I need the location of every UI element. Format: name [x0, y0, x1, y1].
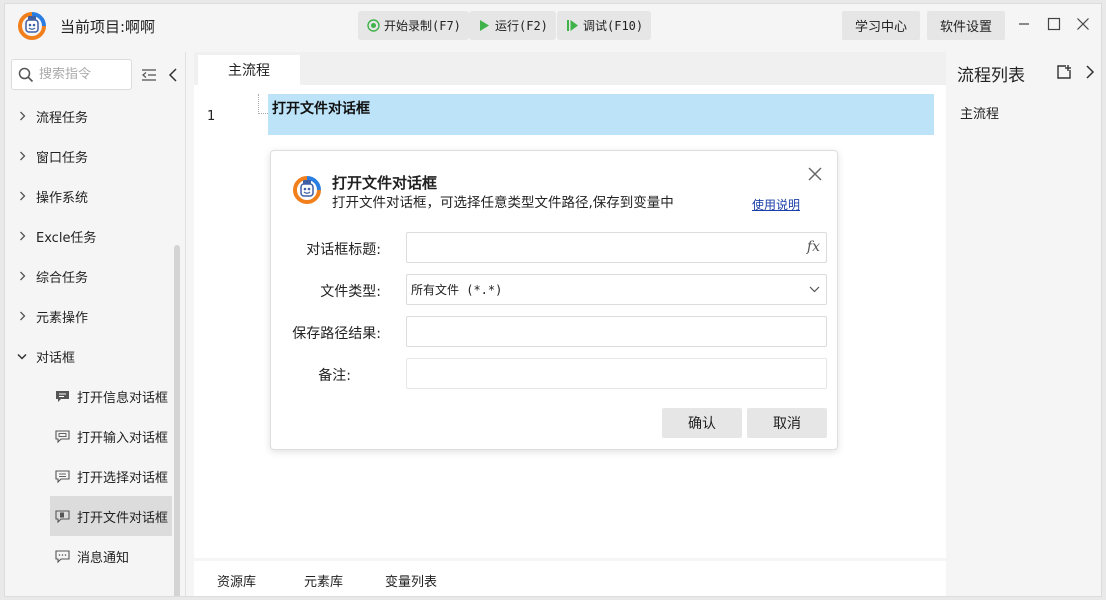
search-icon [18, 67, 34, 82]
category-label: 窗口任务 [36, 150, 89, 166]
category-element-ops[interactable]: 元素操作 [5, 296, 186, 336]
dialog-description: 打开文件对话框，可选择任意类型文件路径,保存到变量中 [332, 195, 674, 211]
record-label: 开始录制(F7) [384, 19, 461, 33]
dialog-title-field[interactable]: fx [406, 232, 827, 263]
dialog-title-input[interactable] [411, 240, 791, 255]
line-number: 1 [207, 109, 216, 124]
tab-main-flow[interactable]: 主流程 [198, 55, 300, 85]
editor-tab-bar: 主流程 [194, 52, 946, 85]
search-input[interactable] [39, 67, 124, 82]
category-excel-task[interactable]: Excle任务 [5, 216, 186, 256]
category-label: 元素操作 [36, 310, 89, 326]
message-icon [56, 390, 69, 402]
fx-icon[interactable]: fx [807, 239, 820, 255]
maximize-icon[interactable] [1044, 14, 1064, 34]
run-label: 运行(F2) [495, 19, 548, 33]
flow-step-row[interactable]: 打开文件对话框 [258, 94, 934, 135]
flow-list-title: 流程列表 [957, 66, 1025, 86]
chevron-right-icon [16, 311, 28, 321]
minimize-icon[interactable] [1014, 14, 1034, 34]
select-dialog-icon [55, 469, 70, 483]
tab-elements[interactable]: 元素库 [304, 571, 343, 590]
sidebar-item-notification[interactable]: 消息通知 [5, 536, 173, 576]
sidebar-item-select-dialog[interactable]: 打开选择对话框 [5, 456, 173, 496]
app-window: 当前项目:啊啊 开始录制(F7) 运行(F2) 调试(F10) 学习中心 软件设… [4, 3, 1102, 597]
command-tree: 流程任务 窗口任务 操作系统 Excle任务 综合任务 元素操作 对话框 打开信… [5, 96, 186, 576]
file-type-select[interactable]: 所有文件 (*.*) [406, 274, 827, 305]
run-button[interactable]: 运行(F2) [469, 11, 556, 40]
note-field[interactable] [406, 358, 827, 389]
chevron-right-icon [16, 231, 28, 241]
file-type-value: 所有文件 (*.*) [411, 283, 503, 297]
project-title: 当前项目:啊啊 [60, 18, 156, 36]
note-input[interactable] [411, 366, 791, 381]
software-settings-button[interactable]: 软件设置 [927, 11, 1005, 40]
category-label: 操作系统 [36, 190, 89, 206]
category-dialog[interactable]: 对话框 [5, 336, 186, 376]
dialog-title-label: 对话框标题: [306, 242, 381, 258]
category-window-task[interactable]: 窗口任务 [5, 136, 186, 176]
confirm-button[interactable]: 确认 [662, 408, 742, 438]
close-window-icon[interactable] [1073, 14, 1093, 34]
record-icon [366, 19, 380, 33]
debug-play-icon [565, 19, 579, 33]
sidebar-item-label: 打开选择对话框 [77, 470, 169, 486]
save-path-input[interactable] [411, 324, 791, 339]
title-bar: 当前项目:啊啊 开始录制(F7) 运行(F2) 调试(F10) 学习中心 软件设… [5, 4, 1101, 46]
notification-icon [55, 549, 70, 563]
save-path-field[interactable] [406, 316, 827, 347]
note-label: 备注: [318, 368, 351, 384]
file-type-label: 文件类型: [320, 284, 381, 300]
flow-list-panel: 流程列表 主流程 [952, 52, 1101, 596]
chevron-right-icon [16, 151, 28, 161]
chevron-right-icon [16, 111, 28, 121]
category-label: Excle任务 [36, 230, 97, 246]
category-label: 综合任务 [36, 270, 89, 286]
sidebar-item-label: 打开信息对话框 [77, 390, 169, 406]
flow-list-item[interactable]: 主流程 [960, 103, 999, 122]
flow-step-label: 打开文件对话框 [272, 101, 370, 117]
category-general-task[interactable]: 综合任务 [5, 256, 186, 296]
sidebar-item-label: 消息通知 [77, 550, 130, 566]
category-os[interactable]: 操作系统 [5, 176, 186, 216]
file-dialog-config: 打开文件对话框 打开文件对话框，可选择任意类型文件路径,保存到变量中 使用说明 … [270, 150, 838, 450]
chevron-right-icon [16, 191, 28, 201]
chevron-right-icon [16, 271, 28, 281]
sidebar-item-input-dialog[interactable]: 打开输入对话框 [5, 416, 173, 456]
record-button[interactable]: 开始录制(F7) [358, 11, 469, 40]
collapse-sidebar-icon[interactable] [163, 66, 183, 84]
add-flow-icon[interactable] [1055, 63, 1073, 81]
dialog-logo-icon [293, 176, 321, 204]
bottom-tab-bar: 资源库 元素库 变量列表 [194, 561, 946, 596]
collapse-list-icon[interactable] [139, 66, 159, 84]
dialog-title: 打开文件对话框 [332, 174, 438, 192]
chevron-down-icon [809, 286, 820, 293]
category-label: 对话框 [36, 350, 76, 366]
expand-panel-icon[interactable] [1081, 63, 1099, 81]
sidebar-item-file-dialog[interactable]: 打开文件对话框 [50, 496, 172, 536]
help-link[interactable]: 使用说明 [752, 196, 800, 213]
category-flow-task[interactable]: 流程任务 [5, 96, 186, 136]
cancel-button[interactable]: 取消 [747, 408, 827, 438]
sidebar-item-label: 打开文件对话框 [77, 510, 169, 526]
debug-button[interactable]: 调试(F10) [557, 11, 652, 40]
sidebar-item-info-dialog[interactable]: 打开信息对话框 [5, 376, 173, 416]
sidebar-item-label: 打开输入对话框 [77, 430, 169, 446]
tab-resources[interactable]: 资源库 [217, 571, 256, 590]
command-sidebar: 流程任务 窗口任务 操作系统 Excle任务 综合任务 元素操作 [5, 52, 186, 596]
input-dialog-icon [55, 429, 70, 443]
save-path-label: 保存路径结果: [292, 326, 381, 342]
search-box[interactable] [11, 59, 132, 90]
learning-center-button[interactable]: 学习中心 [842, 11, 920, 40]
app-logo-icon [18, 12, 46, 40]
debug-label: 调试(F10) [583, 19, 644, 33]
tab-variables[interactable]: 变量列表 [385, 571, 437, 590]
category-label: 流程任务 [36, 110, 89, 126]
tree-connector [258, 94, 268, 114]
file-dialog-icon [55, 509, 70, 523]
sidebar-scrollbar[interactable] [174, 245, 180, 596]
close-icon[interactable] [806, 165, 824, 183]
play-icon [477, 19, 491, 33]
chevron-down-icon [16, 353, 28, 360]
